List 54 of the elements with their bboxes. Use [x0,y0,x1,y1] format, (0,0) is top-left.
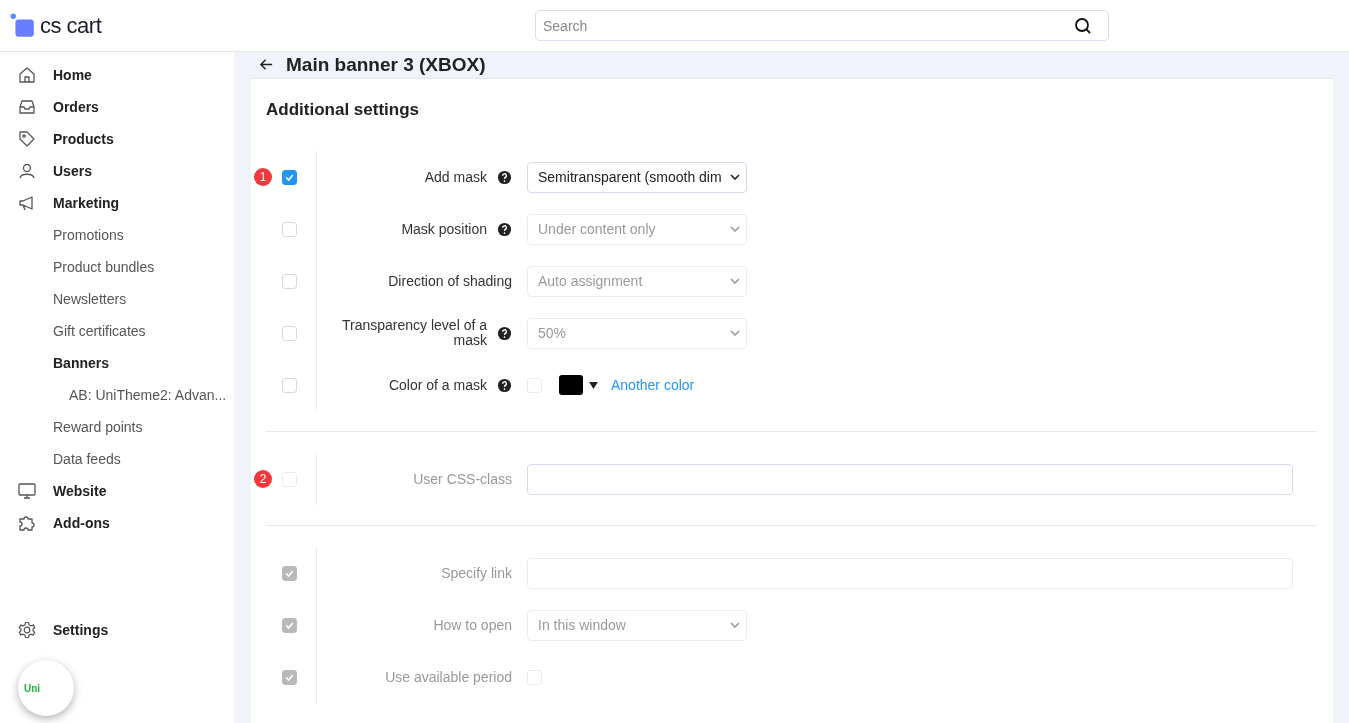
help-icon[interactable] [497,221,512,237]
sidebar-item[interactable]: Settings [0,614,234,646]
field-label: Use available period [385,669,512,685]
chevron-icon [730,226,740,232]
sidebar-item[interactable]: Website [0,475,234,507]
field-label: User CSS-class [413,471,512,487]
chevron-icon [730,330,740,336]
sidebar-item[interactable]: Users [0,155,234,187]
section-title: Additional settings [266,99,420,121]
user-icon [17,161,37,181]
sidebar-item[interactable]: Products [0,123,234,155]
field-label: Specify link [441,565,512,581]
sidebar-item[interactable]: Home [0,59,234,91]
inbox-icon [17,97,37,117]
sidebar-subitem[interactable]: AB: UniTheme2: Advan... [0,379,234,411]
field-label: Transparency level of a mask [341,318,487,348]
monitor-icon [17,481,37,501]
home-icon [17,65,37,85]
sidebar-subitem[interactable]: Reward points [0,411,234,443]
field-label: Add mask [424,169,487,185]
checkbox[interactable] [282,169,297,185]
chevron-icon [730,622,740,628]
logo-icon [10,12,36,39]
sidebar-subitem[interactable]: Newsletters [0,283,234,315]
help-icon[interactable] [497,169,512,185]
number-badge: 1 [254,168,272,186]
chevron-icon [730,278,740,284]
sidebar-item[interactable]: Marketing [0,187,234,219]
field-label: Color of a mask [388,377,487,393]
puzzle-icon [17,513,37,533]
field-label: Direction of shading [388,273,512,289]
logo-text: cs cart [40,12,102,39]
sidebar-item[interactable]: Orders [0,91,234,123]
color-swatch[interactable] [559,375,583,395]
search-field[interactable]: Search [535,10,1109,41]
number-badge: 2 [254,470,272,488]
field-label: How to open [433,617,512,633]
settings-icon [17,620,37,640]
field-label: Mask position [401,221,487,237]
sidebar-subitem[interactable]: Product bundles [0,251,234,283]
sidebar-subitem[interactable]: Banners [0,347,234,379]
help-icon[interactable] [497,377,512,393]
sidebar-subitem[interactable]: Gift certificates [0,315,234,347]
sidebar-subitem[interactable]: Promotions [0,219,234,251]
back-arrow-icon[interactable] [259,57,274,72]
help-icon[interactable] [497,325,512,341]
dropdown[interactable]: Semitransparent (smooth dim [527,161,747,193]
page-title: Main banner 3 (XBOX) [286,53,486,76]
chevron-icon [730,174,740,180]
sidebar-item[interactable]: Add-ons [0,507,234,539]
search-icon[interactable] [1073,16,1093,36]
caret-icon[interactable] [589,381,598,389]
sidebar-subitem[interactable]: Data feeds [0,443,234,475]
tag-icon [17,129,37,149]
